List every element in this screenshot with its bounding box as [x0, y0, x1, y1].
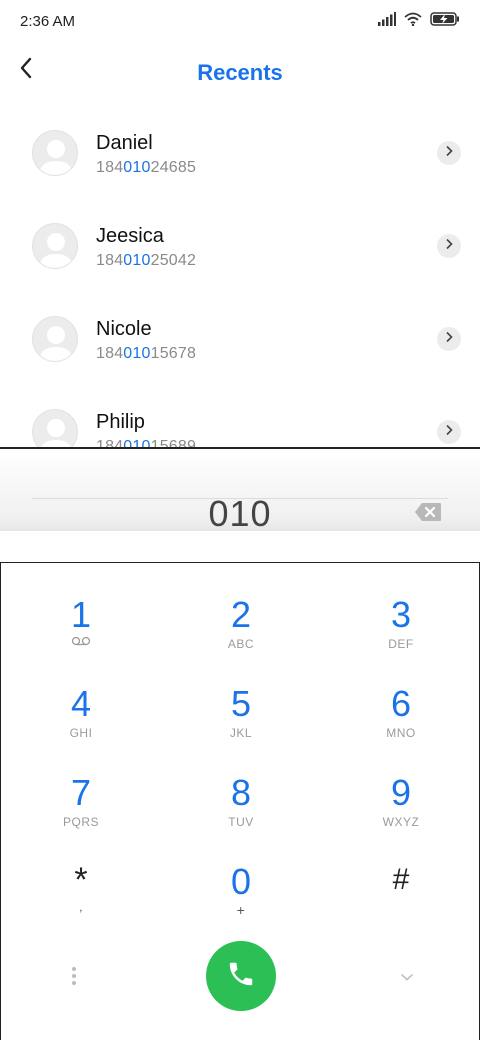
contact-details-button[interactable] — [437, 141, 461, 165]
key-digit: * — [74, 861, 88, 899]
dial-keypad: 1 2 ABC 3 DEF 4 GHI 5 JKL 6 MNO 7 PQRS 8… — [0, 562, 480, 1040]
more-vertical-icon — [65, 967, 83, 993]
backspace-button[interactable] — [414, 502, 442, 522]
phone-icon — [226, 959, 256, 994]
key-digit: 2 — [230, 594, 252, 635]
key-letters: MNO — [386, 726, 416, 740]
key-star[interactable]: * , — [1, 852, 161, 941]
status-icons — [378, 12, 460, 31]
contact-details-button[interactable] — [437, 327, 461, 351]
contact-number: 18401025042 — [96, 252, 197, 269]
key-digit: # — [392, 863, 410, 896]
avatar — [32, 316, 78, 362]
key-digit: 3 — [390, 594, 412, 635]
key-letters: + — [236, 902, 246, 918]
key-5[interactable]: 5 JKL — [161, 674, 321, 763]
contact-row[interactable]: Jeesica 18401025042 — [0, 201, 480, 294]
key-8[interactable]: 8 TUV — [161, 763, 321, 852]
chevron-right-icon — [444, 144, 454, 162]
key-1[interactable]: 1 — [1, 585, 161, 674]
key-letters: DEF — [388, 637, 414, 651]
key-digit: 0 — [230, 861, 252, 902]
key-letters: , — [79, 900, 83, 914]
contact-details-button[interactable] — [437, 420, 461, 444]
contact-row[interactable]: Daniel 18401024685 — [0, 108, 480, 201]
contact-name: Philip — [96, 411, 145, 433]
chevron-right-icon — [444, 237, 454, 255]
status-bar: 2:36 AM — [0, 0, 480, 44]
key-0[interactable]: 0 + — [161, 852, 321, 941]
more-options-button[interactable] — [65, 965, 83, 989]
chevron-right-icon — [444, 423, 454, 441]
contact-list: Daniel 18401024685 Jeesica 18401025042 N… — [0, 108, 480, 448]
chevron-right-icon — [444, 330, 454, 348]
key-hash[interactable]: # — [321, 852, 480, 941]
contact-row[interactable]: Philip 18401015689 — [0, 387, 480, 448]
key-letters: ABC — [227, 637, 255, 651]
avatar — [32, 130, 78, 176]
page-title: Recents — [197, 60, 283, 85]
key-letters: JKL — [229, 726, 253, 740]
contact-details-button[interactable] — [437, 234, 461, 258]
key-digit: 1 — [70, 594, 92, 635]
chevron-down-icon — [397, 974, 417, 991]
key-6[interactable]: 6 MNO — [321, 674, 480, 763]
key-letters: GHI — [69, 726, 93, 740]
contact-number: 18401024685 — [96, 159, 197, 176]
dial-input-area: 010 — [0, 449, 480, 534]
key-digit: 9 — [390, 772, 412, 813]
key-digit: 6 — [390, 683, 412, 724]
header: Recents — [0, 44, 480, 102]
battery-charging-icon — [430, 12, 460, 31]
contact-row[interactable]: Nicole 18401015678 — [0, 294, 480, 387]
key-7[interactable]: 7 PQRS — [1, 763, 161, 852]
dial-action-bar — [1, 941, 480, 1040]
contact-name: Daniel — [96, 132, 153, 154]
call-button[interactable] — [206, 941, 276, 1011]
key-digit: 7 — [70, 772, 92, 813]
key-letters: TUV — [228, 815, 254, 829]
collapse-keypad-button[interactable] — [397, 967, 417, 987]
key-3[interactable]: 3 DEF — [321, 585, 480, 674]
key-letters: PQRS — [62, 815, 99, 829]
contact-name: Nicole — [96, 318, 152, 340]
key-digit: 4 — [70, 683, 92, 724]
key-4[interactable]: 4 GHI — [1, 674, 161, 763]
key-letters: WXYZ — [382, 815, 420, 829]
avatar — [32, 223, 78, 269]
avatar — [32, 409, 78, 448]
backspace-icon — [414, 503, 442, 526]
key-2[interactable]: 2 ABC — [161, 585, 321, 674]
dialed-number-field[interactable]: 010 — [0, 493, 480, 535]
contact-number: 18401015678 — [96, 345, 197, 362]
signal-icon — [378, 12, 396, 31]
key-9[interactable]: 9 WXYZ — [321, 763, 480, 852]
status-time: 2:36 AM — [20, 13, 76, 30]
wifi-icon — [404, 12, 422, 31]
key-digit: 8 — [230, 772, 252, 813]
contact-name: Jeesica — [96, 225, 164, 247]
key-digit: 5 — [230, 683, 252, 724]
voicemail-icon — [1, 635, 161, 649]
